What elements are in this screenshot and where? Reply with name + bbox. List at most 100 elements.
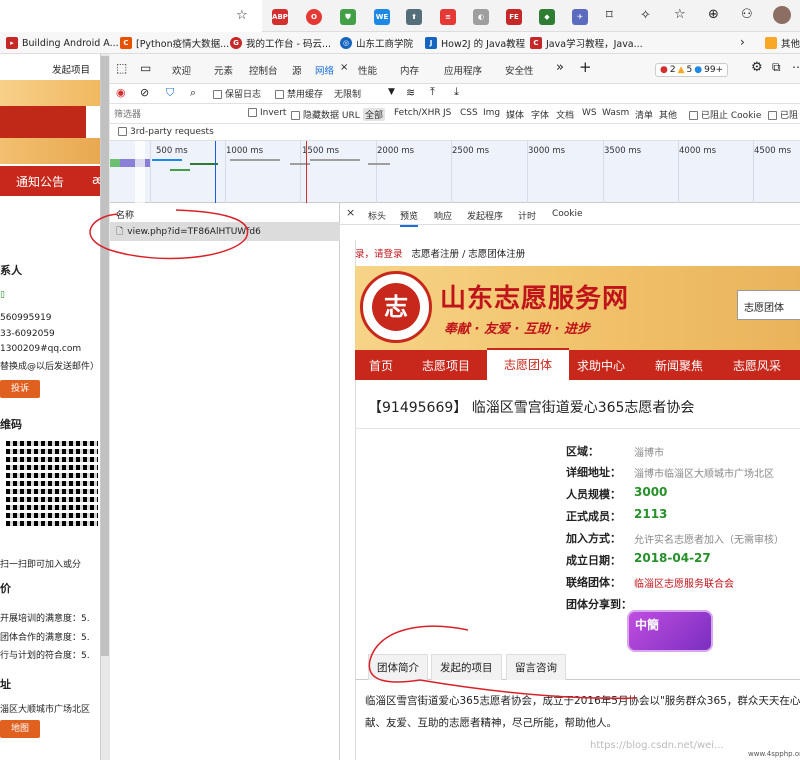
- avatar[interactable]: [773, 6, 791, 24]
- info-value-contact-group[interactable]: 临淄区志愿服务联合会: [634, 575, 734, 590]
- puzzle-icon[interactable]: ✧: [640, 8, 651, 23]
- initiate-project-link[interactable]: 发起项目: [52, 62, 90, 76]
- bookmark-item[interactable]: ▸ Building Android A...: [6, 36, 119, 50]
- nav-help[interactable]: 求助中心: [577, 357, 625, 374]
- network-timeline[interactable]: 500 ms 1000 ms 1500 ms 2000 ms 2500 ms 3…: [110, 141, 800, 203]
- tab-cookie[interactable]: Cookie: [552, 209, 583, 219]
- filter-input[interactable]: [114, 107, 238, 121]
- tab-security[interactable]: 安全性: [505, 63, 534, 77]
- register-links[interactable]: 志愿者注册 / 志愿团体注册: [412, 249, 526, 260]
- tab-response[interactable]: 响应: [434, 209, 452, 222]
- tab-memory[interactable]: 内存: [400, 63, 419, 77]
- tab-network[interactable]: 网络: [315, 63, 334, 77]
- tab-initiator[interactable]: 发起程序: [467, 209, 503, 222]
- filter-type[interactable]: 字体: [531, 108, 549, 121]
- filter-type[interactable]: 媒体: [506, 108, 524, 121]
- tab-console[interactable]: 控制台: [249, 63, 278, 77]
- nav-news[interactable]: 新闻聚焦: [655, 357, 703, 374]
- tab-headers[interactable]: 标头: [368, 209, 386, 222]
- third-party-checkbox[interactable]: 3rd-party requests: [118, 127, 214, 137]
- close-tab-icon[interactable]: ×: [340, 62, 348, 73]
- names-header[interactable]: 名称: [110, 203, 340, 223]
- chevron-down-icon[interactable]: ▼: [388, 87, 395, 97]
- nav-groups-active[interactable]: 志愿团体: [487, 348, 569, 380]
- adblock-extension-icon[interactable]: ABP: [272, 9, 288, 25]
- we-extension-icon[interactable]: WE: [374, 9, 390, 25]
- request-row[interactable]: 🗋 view.php?id=TF86AlHTUWfd6: [110, 223, 340, 241]
- filter-type[interactable]: Img: [483, 108, 500, 118]
- preserve-log-checkbox[interactable]: 保留日志: [213, 87, 261, 100]
- wifi-icon[interactable]: ≋: [406, 86, 415, 99]
- bookmark-item[interactable]: C Java学习教程，Java...: [530, 36, 643, 50]
- bookmark-item[interactable]: ◎ 山东工商学院: [340, 36, 413, 50]
- tab-elements[interactable]: 元素: [214, 63, 233, 77]
- issues-badge[interactable]: ● 2 ▲ 5 ● 99+: [655, 63, 729, 77]
- circle-extension-icon[interactable]: ◐: [473, 9, 489, 25]
- more-menu-icon[interactable]: ⋯: [792, 60, 800, 74]
- filter-type[interactable]: Wasm: [602, 108, 629, 118]
- bookmark-item[interactable]: C [Python疫情大数据...: [120, 36, 229, 50]
- share-icon[interactable]: ⚇: [741, 7, 753, 22]
- bookmark-icon[interactable]: ⌑: [606, 8, 613, 23]
- nav-more[interactable]: æ: [92, 173, 100, 187]
- tab-performance[interactable]: 性能: [358, 63, 377, 77]
- disable-cache-checkbox[interactable]: 禁用缓存: [275, 87, 323, 100]
- address-bar-area[interactable]: [0, 0, 262, 32]
- share-image[interactable]: 中簡: [627, 610, 713, 652]
- dock-icon[interactable]: ⧉: [772, 60, 781, 75]
- bookmark-folder[interactable]: 其他: [765, 36, 800, 50]
- clear-icon[interactable]: ⊘: [140, 86, 149, 99]
- record-icon[interactable]: ◉: [116, 86, 126, 99]
- download-icon[interactable]: ⤓: [454, 85, 459, 99]
- complain-button[interactable]: 投诉: [0, 380, 40, 398]
- fe-extension-icon[interactable]: FE: [506, 9, 522, 25]
- nav-projects[interactable]: 志愿项目: [422, 357, 470, 374]
- nav-home[interactable]: 首页: [369, 357, 393, 374]
- tab-sources[interactable]: 源: [292, 63, 302, 77]
- filter-type[interactable]: WS: [582, 108, 597, 118]
- favorites-icon[interactable]: ☆: [674, 7, 686, 22]
- device-toolbar-icon[interactable]: ▭: [140, 61, 151, 75]
- tab-group-intro[interactable]: 团体简介: [368, 654, 428, 680]
- blocked-cookies-checkbox[interactable]: 已阻止 Cookie: [689, 108, 761, 121]
- gem-extension-icon[interactable]: ◆: [539, 9, 555, 25]
- filter-type[interactable]: Fetch/XHR: [394, 108, 441, 118]
- shield-extension-icon[interactable]: ⛊: [340, 9, 356, 25]
- hide-data-urls-checkbox[interactable]: 隐藏数据 URL: [291, 108, 360, 121]
- bookmark-item[interactable]: J How2J 的 Java教程: [425, 36, 525, 50]
- login-link[interactable]: 录，请登录: [355, 249, 403, 260]
- close-icon[interactable]: ×: [346, 206, 355, 219]
- menu-extension-icon[interactable]: ≡: [440, 9, 456, 25]
- filter-type-all[interactable]: 全部: [363, 108, 386, 121]
- filter-type[interactable]: 清单: [635, 108, 653, 121]
- invert-checkbox[interactable]: Invert: [248, 108, 286, 118]
- search-category-select[interactable]: 志愿团体: [737, 290, 800, 320]
- favorite-star-icon[interactable]: ☆: [236, 8, 248, 23]
- timeline-window-handle[interactable]: [135, 141, 145, 203]
- collections-icon[interactable]: ⊕: [708, 7, 719, 22]
- left-scrollbar-thumb[interactable]: [101, 56, 109, 656]
- settings-gear-icon[interactable]: ⚙: [751, 60, 763, 75]
- blocked-requests-checkbox[interactable]: 已阻: [768, 108, 798, 121]
- plane-extension-icon[interactable]: ✈: [572, 9, 588, 25]
- map-button[interactable]: 地图: [0, 720, 40, 738]
- upload-extension-icon[interactable]: ⬆: [406, 9, 422, 25]
- filter-type[interactable]: JS: [443, 108, 451, 118]
- tab-application[interactable]: 应用程序: [444, 63, 482, 77]
- bookmark-item[interactable]: G 我的工作台 - 码云...: [230, 36, 331, 50]
- tab-timing[interactable]: 计时: [518, 209, 536, 222]
- more-tabs-icon[interactable]: »: [556, 60, 564, 75]
- add-tab-icon[interactable]: +: [579, 58, 592, 76]
- tab-preview[interactable]: 预览: [400, 209, 419, 227]
- search-icon[interactable]: ⌕: [190, 86, 196, 100]
- filter-icon[interactable]: ⛉: [166, 86, 174, 100]
- nav-gallery[interactable]: 志愿风采: [733, 357, 781, 374]
- filter-type[interactable]: 文档: [556, 108, 574, 121]
- filter-type[interactable]: 其他: [659, 108, 677, 121]
- tab-welcome[interactable]: 欢迎: [172, 63, 191, 77]
- throttle-select[interactable]: 无限制: [334, 87, 361, 100]
- opera-extension-icon[interactable]: O: [306, 9, 322, 25]
- chevron-right-icon[interactable]: ›: [740, 35, 745, 49]
- filter-type[interactable]: CSS: [460, 108, 478, 118]
- tab-message-consult[interactable]: 留言咨询: [506, 654, 566, 680]
